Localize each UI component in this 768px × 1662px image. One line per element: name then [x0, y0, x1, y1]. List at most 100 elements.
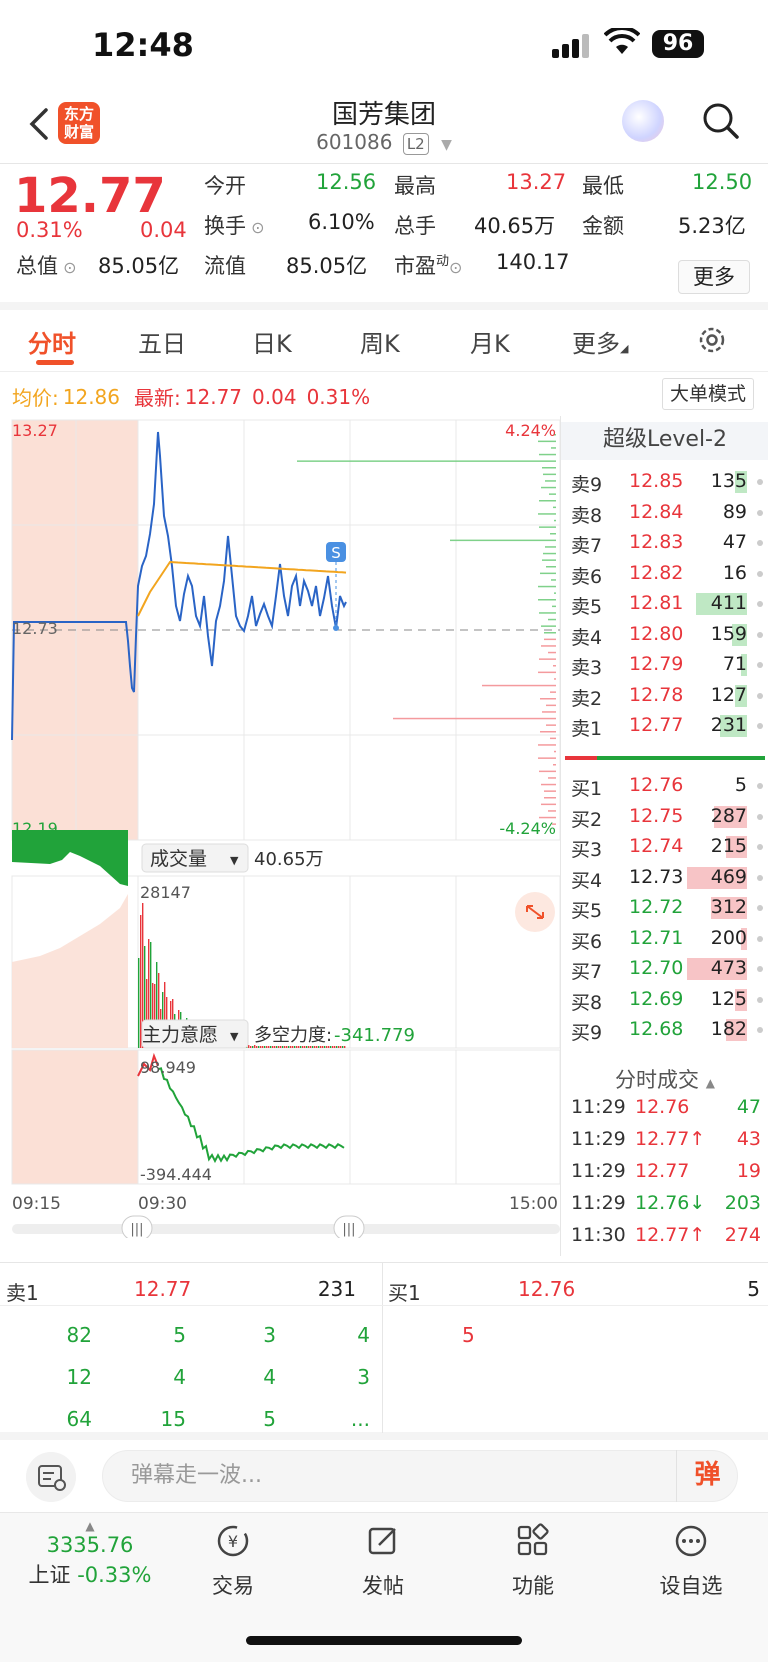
intent-bottom-label: -394.444	[140, 1165, 212, 1184]
more-dots-icon	[675, 1525, 707, 1557]
bid-price: 12.70	[629, 957, 684, 979]
status-bar: 12:48 96	[0, 0, 768, 88]
danmu-input[interactable]: 弹幕走一波...	[102, 1450, 738, 1502]
tab-active-indicator	[36, 360, 74, 365]
bid-row[interactable]: 买4 12.73 469	[561, 862, 768, 894]
nav-function[interactable]: 功能	[478, 1523, 588, 1600]
dot-icon	[757, 905, 763, 911]
tab-five-day[interactable]: 五日	[138, 324, 186, 359]
bid-row[interactable]: 买9 12.68 182	[561, 1014, 768, 1046]
dot-icon	[757, 662, 763, 668]
ask-volume: 16	[722, 561, 747, 584]
ask-price: 12.78	[629, 683, 684, 706]
tab-intraday[interactable]: 分时	[28, 324, 76, 359]
ask-row[interactable]: 卖4 12.80 159	[561, 619, 768, 651]
time-label-close: 15:00	[509, 1194, 558, 1214]
queue-buy-order: 5	[462, 1323, 475, 1347]
bid-row[interactable]: 买5 12.72 312	[561, 892, 768, 924]
float-value: 85.05亿	[286, 254, 368, 278]
gear-icon[interactable]	[696, 324, 728, 356]
queue-sell-order: 5	[263, 1407, 276, 1431]
nav-add-watchlist[interactable]: 设自选	[636, 1523, 746, 1600]
ask-volume: 411	[710, 592, 747, 614]
ask-row[interactable]: 卖3 12.79 71	[561, 649, 768, 681]
open-value: 12.56	[316, 170, 377, 194]
bid-row[interactable]: 买2 12.75 287	[561, 801, 768, 833]
svg-text:|||: |||	[130, 1222, 143, 1237]
trade-price: 12.77↑	[635, 1224, 706, 1246]
queue-sell-order: 64	[66, 1407, 92, 1431]
bid-label: 买4	[571, 869, 603, 892]
intraday-chart[interactable]: S 13.27 12.73 12.19 4.24% -4.24% 成交量 ▼ 4…	[0, 416, 561, 1241]
dot-icon	[757, 935, 763, 942]
trade-price: 12.77	[635, 1160, 690, 1182]
dot-icon	[757, 540, 763, 546]
ask-volume: 135	[710, 470, 747, 492]
bid-row[interactable]: 买3 12.74 215	[561, 831, 768, 863]
search-icon[interactable]	[700, 100, 740, 140]
trade-ticks[interactable]: 分时成交 ▲ 11:29 12.76 47 11:29 12.77↑ 43 11:29 12.…	[560, 1056, 768, 1256]
bid-label: 买8	[571, 991, 603, 1014]
bid-label: 买1	[571, 778, 603, 800]
ask-volume: 127	[710, 683, 747, 706]
trade-volume: 274	[724, 1224, 761, 1246]
axis-mid-price: 12.73	[12, 619, 58, 638]
bid-price: 12.73	[629, 865, 684, 888]
bid-volume: 473	[710, 957, 747, 979]
bid-row[interactable]: 买7 12.70 473	[561, 953, 768, 985]
queue-buy-total: 5	[747, 1277, 760, 1301]
nav-post[interactable]: 发帖	[328, 1523, 438, 1600]
tab-more[interactable]: 更多◢	[572, 324, 628, 359]
level-badge: L2	[402, 133, 429, 155]
queue-sell-label: 卖1	[6, 1281, 39, 1305]
big-order-mode-button[interactable]: 大单模式	[662, 378, 754, 410]
queue-sell-order: 82	[66, 1323, 92, 1347]
ask-row[interactable]: 卖7 12.83 47	[561, 527, 768, 559]
ask-price: 12.84	[629, 500, 684, 523]
ask-row[interactable]: 卖8 12.84 89	[561, 497, 768, 529]
tab-monthly-k[interactable]: 月K	[470, 324, 510, 359]
dot-icon	[757, 996, 763, 1003]
high-label: 最高	[394, 174, 436, 198]
more-quote-button[interactable]: 更多	[678, 260, 750, 294]
tab-daily-k[interactable]: 日K	[252, 324, 292, 359]
bid-volume: 215	[710, 835, 747, 857]
queue-sell-order: 4	[263, 1365, 276, 1389]
dot-icon	[757, 570, 763, 577]
axis-bottom-pct: -4.24%	[499, 819, 556, 838]
index-ticker[interactable]: ▲ 3335.76 上证 -0.33%	[20, 1519, 160, 1589]
amount-label: 金额	[582, 214, 624, 238]
trades-title[interactable]: 分时成交 ▲	[561, 1064, 768, 1094]
comment-list-icon[interactable]	[26, 1452, 76, 1502]
nav-trade[interactable]: ¥ 交易	[178, 1523, 288, 1600]
time-scrollbar	[12, 1224, 560, 1234]
queue-sell-order: ...	[350, 1407, 370, 1431]
bid-row[interactable]: 买6 12.71 200	[561, 923, 768, 955]
assistant-robot-icon[interactable]	[622, 100, 664, 142]
queue-sell-total: 231	[317, 1277, 356, 1301]
dot-icon	[757, 723, 763, 729]
low-label: 最低	[582, 174, 624, 198]
tab-weekly-k[interactable]: 周K	[360, 324, 400, 359]
force-value: -341.779	[334, 1025, 415, 1046]
volume-label: 成交量	[150, 848, 207, 870]
ask-row[interactable]: 卖6 12.82 16	[561, 558, 768, 590]
danmu-toggle-icon[interactable]: 弹	[676, 1450, 738, 1502]
bid-volume: 287	[710, 804, 747, 827]
axis-top-pct: 4.24%	[505, 421, 556, 440]
dot-icon	[757, 1027, 763, 1033]
bid-row[interactable]: 买1 12.76 5	[561, 770, 768, 802]
ask-row[interactable]: 卖1 12.77 231	[561, 710, 768, 742]
order-book-title[interactable]: 超级Level-2	[561, 422, 768, 460]
bid-volume: 200	[710, 926, 747, 949]
ask-volume: 231	[710, 714, 747, 736]
ask-volume: 89	[722, 500, 747, 523]
change-value: 0.04	[140, 218, 187, 242]
bid-row[interactable]: 买8 12.69 125	[561, 984, 768, 1016]
ask-row[interactable]: 卖5 12.81 411	[561, 588, 768, 620]
bid-label: 买7	[571, 961, 603, 983]
ask-row[interactable]: 卖2 12.78 127	[561, 680, 768, 712]
ask-row[interactable]: 卖9 12.85 135	[561, 466, 768, 498]
order-book[interactable]: 超级Level-2 卖9 12.85 135 卖8 12.84 89 卖7 12.83 47 卖6…	[560, 416, 768, 1056]
queue-sell-price: 12.77	[134, 1277, 192, 1301]
